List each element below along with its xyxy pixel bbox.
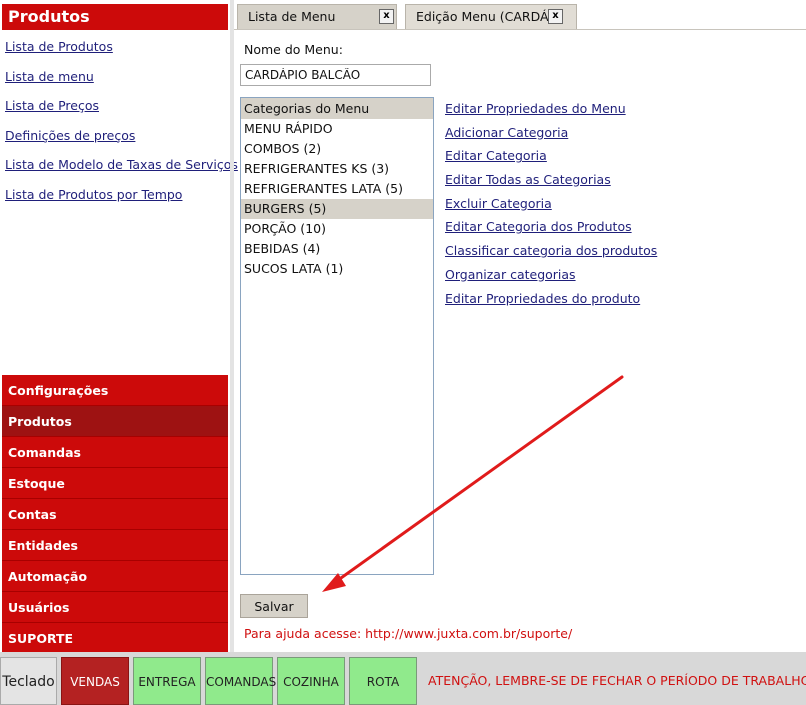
warning-message: ATENÇÃO, LEMBRE-SE DE FECHAR O PERÍODO D…: [428, 673, 806, 688]
help-text: Para ajuda acesse: http://www.juxta.com.…: [244, 626, 573, 641]
list-item[interactable]: REFRIGERANTES LATA (5): [241, 179, 433, 199]
sidebar: Produtos Lista de Produtos Lista de menu…: [0, 0, 238, 654]
nav-item-usuarios[interactable]: Usuários: [2, 592, 228, 623]
link-adicionar-categoria[interactable]: Adicionar Categoria: [445, 123, 785, 147]
list-item[interactable]: MENU RÁPIDO: [241, 119, 433, 139]
link-organizar-categorias[interactable]: Organizar categorias: [445, 265, 785, 289]
link-editar-todas-categorias[interactable]: Editar Todas as Categorias: [445, 170, 785, 194]
list-item[interactable]: REFRIGERANTES KS (3): [241, 159, 433, 179]
rota-button[interactable]: ROTA: [349, 657, 417, 705]
link-lista-de-menu[interactable]: Lista de menu: [5, 66, 229, 96]
tab-lista-de-menu[interactable]: Lista de Menu x: [237, 4, 397, 30]
tab-label: Lista de Menu: [248, 9, 336, 24]
link-editar-propriedades-produto[interactable]: Editar Propriedades do produto: [445, 289, 785, 313]
tab-edicao-menu[interactable]: Edição Menu (CARDÁ x: [405, 4, 577, 30]
list-item[interactable]: BEBIDAS (4): [241, 239, 433, 259]
list-item[interactable]: PORÇÃO (10): [241, 219, 433, 239]
cozinha-button[interactable]: COZINHA: [277, 657, 345, 705]
list-item[interactable]: COMBOS (2): [241, 139, 433, 159]
nav-item-comandas[interactable]: Comandas: [2, 437, 228, 468]
link-lista-modelo-taxas[interactable]: Lista de Modelo de Taxas de Serviços: [5, 154, 238, 184]
link-excluir-categoria[interactable]: Excluir Categoria: [445, 194, 785, 218]
link-classificar-categoria-produtos[interactable]: Classificar categoria dos produtos: [445, 241, 785, 265]
vendas-button[interactable]: VENDAS: [61, 657, 129, 705]
nav-item-contas[interactable]: Contas: [2, 499, 228, 530]
sidebar-title: Produtos: [2, 4, 228, 30]
action-links: Editar Propriedades do Menu Adicionar Ca…: [445, 99, 785, 312]
link-editar-categoria-produtos[interactable]: Editar Categoria dos Produtos: [445, 217, 785, 241]
close-icon[interactable]: x: [379, 9, 394, 24]
sidebar-links: Lista de Produtos Lista de menu Lista de…: [5, 36, 238, 214]
list-item-selected[interactable]: BURGERS (5): [241, 199, 433, 219]
tab-label: Edição Menu (CARDÁ: [416, 9, 549, 24]
nav-item-produtos[interactable]: Produtos: [2, 406, 228, 437]
save-button[interactable]: Salvar: [240, 594, 308, 618]
menu-name-label: Nome do Menu:: [244, 42, 343, 57]
nav-item-configuracoes[interactable]: Configurações: [2, 375, 228, 406]
edit-menu-panel: Nome do Menu: Categorias do Menu MENU RÁ…: [234, 30, 806, 652]
nav-item-suporte[interactable]: SUPORTE: [2, 623, 228, 654]
link-lista-produtos-por-tempo[interactable]: Lista de Produtos por Tempo: [5, 184, 229, 214]
link-editar-categoria[interactable]: Editar Categoria: [445, 146, 785, 170]
nav-item-automacao[interactable]: Automação: [2, 561, 228, 592]
link-definicoes-de-precos[interactable]: Definições de preços: [5, 125, 229, 155]
tab-strip: Lista de Menu x Edição Menu (CARDÁ x: [234, 0, 806, 30]
list-item[interactable]: SUCOS LATA (1): [241, 259, 433, 279]
menu-name-input[interactable]: [240, 64, 431, 86]
comandas-button[interactable]: COMANDAS: [205, 657, 276, 705]
bottom-taskbar: Teclado VENDAS ENTREGA COMANDAS COZINHA …: [0, 652, 806, 705]
link-lista-de-produtos[interactable]: Lista de Produtos: [5, 36, 229, 66]
keyboard-button[interactable]: Teclado: [0, 657, 57, 705]
entrega-button[interactable]: ENTREGA: [133, 657, 201, 705]
link-editar-propriedades-menu[interactable]: Editar Propriedades do Menu: [445, 99, 785, 123]
nav-item-entidades[interactable]: Entidades: [2, 530, 228, 561]
category-list[interactable]: Categorias do Menu MENU RÁPIDO COMBOS (2…: [240, 97, 434, 575]
category-list-header: Categorias do Menu: [241, 98, 433, 119]
sidebar-nav-menu: Configurações Produtos Comandas Estoque …: [2, 375, 228, 654]
link-lista-de-precos[interactable]: Lista de Preços: [5, 95, 229, 125]
nav-item-estoque[interactable]: Estoque: [2, 468, 228, 499]
close-icon[interactable]: x: [548, 9, 563, 24]
